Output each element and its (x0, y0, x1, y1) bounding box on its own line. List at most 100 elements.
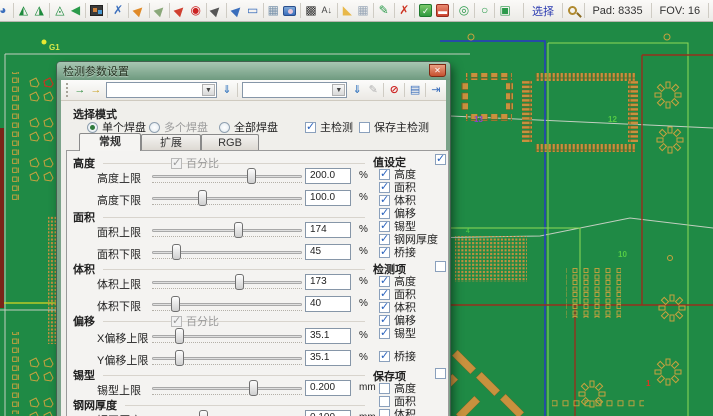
check-item[interactable]: 体积 (379, 406, 416, 416)
edit-icon[interactable]: ✎ (365, 82, 381, 98)
camera-icon[interactable] (283, 6, 296, 16)
slider-thumb[interactable] (234, 222, 243, 238)
save-icon[interactable]: ▤ (407, 82, 423, 98)
save-items-master-checkbox[interactable] (435, 368, 446, 379)
radio-all-pads[interactable]: 全部焊盘 (219, 119, 278, 135)
square-icon[interactable]: ▣ (497, 2, 513, 19)
load-profile-icon[interactable]: → (72, 82, 88, 98)
pin-orange-icon[interactable]: ▶ (127, 0, 150, 22)
area-upper-value[interactable]: 174 (305, 222, 351, 238)
pin-green-icon[interactable]: ▶ (148, 0, 171, 22)
value-settings-master-checkbox[interactable] (435, 154, 446, 165)
check-item[interactable]: 桥接 (379, 244, 416, 260)
grid-window-icon[interactable]: ▦ (265, 2, 281, 19)
checkbox-icon (305, 122, 316, 133)
volume-lower-slider[interactable] (152, 295, 302, 315)
apply-profile2-icon[interactable]: ⇓ (349, 82, 365, 98)
detect-items-master-checkbox[interactable] (435, 261, 446, 272)
slider-thumb[interactable] (247, 168, 256, 184)
solder-shape-value[interactable]: 0.200 (305, 380, 351, 396)
volume-lower-value[interactable]: 40 (305, 296, 351, 312)
height-upper-value[interactable]: 200.0 (305, 168, 351, 184)
check-save-main-detect[interactable]: 保存主检测 (359, 119, 429, 135)
toolbar-grip[interactable] (66, 83, 69, 97)
tools-icon[interactable]: ✗ (110, 2, 126, 19)
stencil-thickness-value[interactable]: 0.100 (305, 410, 351, 416)
height-lower-value[interactable]: 100.0 (305, 190, 351, 206)
check-item[interactable]: 桥接 (379, 348, 416, 364)
check-item[interactable]: 锡型 (379, 325, 416, 341)
slider-thumb[interactable] (171, 296, 180, 312)
horn-icon[interactable]: ◀ (68, 2, 84, 19)
area-lower-value[interactable]: 45 (305, 244, 351, 260)
profile-combobox-1[interactable]: ▼ (106, 82, 217, 98)
tiles-icon[interactable]: ▩ (303, 2, 319, 19)
param-label: 体积下限 (97, 298, 141, 314)
slider-track[interactable] (152, 281, 302, 284)
y-offset-slider[interactable] (152, 349, 302, 369)
check-main-detect[interactable]: 主检测 (305, 119, 353, 135)
camera-chip-icon[interactable] (90, 5, 103, 16)
tab-rgb[interactable]: RGB (201, 134, 259, 151)
prism-icon[interactable]: ◬ (52, 2, 68, 19)
exit-icon[interactable]: ⇥ (428, 82, 444, 98)
target-circle-icon[interactable]: ◎ (456, 2, 472, 19)
slider-track[interactable] (152, 229, 302, 232)
slider-thumb[interactable] (249, 380, 258, 396)
y-offset-value[interactable]: 35.1 (305, 350, 351, 366)
pad-matrix (566, 268, 621, 318)
slider-thumb[interactable] (198, 190, 207, 206)
grid-icon[interactable]: ▦ (355, 2, 371, 19)
select-mode-label[interactable]: 选择 (532, 3, 554, 19)
tab-general[interactable]: 常规 (79, 133, 141, 151)
stencil-thickness-slider[interactable] (152, 409, 302, 416)
circle-icon[interactable]: ○ (477, 2, 493, 19)
separator (373, 3, 374, 18)
tab-extended[interactable]: 扩展 (141, 134, 201, 151)
slider-thumb[interactable] (172, 244, 181, 260)
sort-az-icon[interactable]: A↓ (319, 2, 335, 19)
volume-upper-slider[interactable] (152, 273, 302, 293)
pin-black-icon[interactable]: ▶ (205, 0, 228, 22)
height-lower-slider[interactable] (152, 189, 302, 209)
stop-icon[interactable]: ▬ (436, 4, 449, 17)
history-icon[interactable]: ◕ (0, 2, 11, 19)
label-13: 13 (474, 115, 483, 124)
area-lower-slider[interactable] (152, 243, 302, 263)
radio-multi-pad[interactable]: 多个焊盘 (149, 119, 208, 135)
ruler-icon[interactable]: ◣ (339, 2, 355, 19)
close-button[interactable]: ✕ (429, 64, 446, 77)
x-offset-slider[interactable] (152, 327, 302, 347)
slider-thumb[interactable] (175, 328, 184, 344)
chevron-down-icon[interactable]: ▼ (202, 84, 215, 96)
slider-thumb[interactable] (199, 410, 208, 416)
x-offset-value[interactable]: 35.1 (305, 328, 351, 344)
area-upper-slider[interactable] (152, 221, 302, 241)
import-profile-icon[interactable]: → (88, 82, 104, 98)
unit-label: % (359, 246, 368, 257)
apply-profile-icon[interactable]: ⇓ (219, 82, 235, 98)
slider-track[interactable] (152, 175, 302, 178)
separator (383, 83, 384, 97)
fiducial-a-icon[interactable]: ◭ (16, 2, 32, 19)
confirm-icon[interactable]: ✓ (419, 4, 432, 17)
fiducial-b-icon[interactable]: ◮ (31, 2, 47, 19)
height-upper-slider[interactable] (152, 167, 302, 187)
profile-combobox-2[interactable]: ▼ (242, 82, 347, 98)
volume-upper-value[interactable]: 173 (305, 274, 351, 290)
slider-track[interactable] (152, 197, 302, 200)
zoom-icon[interactable] (568, 6, 577, 15)
delete-icon[interactable]: ✗ (396, 2, 412, 19)
slider-thumb[interactable] (235, 274, 244, 290)
cancel-icon[interactable]: ⊘ (386, 82, 402, 98)
dialog-titlebar[interactable]: 检测参数设置 ✕ (57, 62, 450, 80)
separator (425, 83, 426, 97)
unit-label: % (359, 224, 368, 235)
edit-chart-icon[interactable]: ✎ (376, 2, 392, 19)
chevron-down-icon[interactable]: ▼ (332, 84, 345, 96)
slider-track[interactable] (152, 387, 302, 390)
separator (237, 83, 238, 97)
solder-shape-slider[interactable] (152, 379, 302, 399)
param-label: 体积上限 (97, 276, 141, 292)
slider-thumb[interactable] (175, 350, 184, 366)
